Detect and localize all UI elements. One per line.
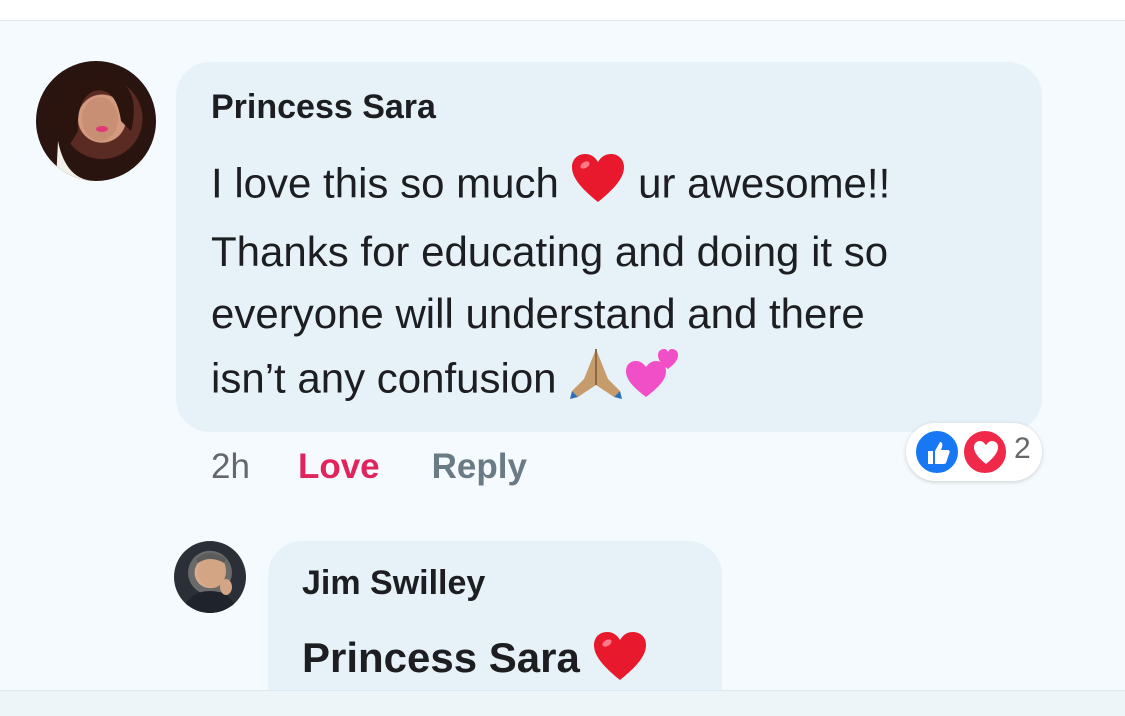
- avatar[interactable]: [36, 61, 156, 181]
- comment-text-line: I love this so much: [211, 159, 559, 207]
- reaction-count: 2: [1014, 432, 1031, 465]
- comment-actions: 2h Love Reply: [211, 444, 527, 490]
- like-reaction-icon: [914, 429, 960, 475]
- avatar[interactable]: [174, 541, 246, 613]
- red-heart-icon: [570, 152, 626, 221]
- two-hearts-icon: [624, 345, 680, 418]
- love-button[interactable]: Love: [298, 447, 380, 487]
- timestamp[interactable]: 2h: [211, 447, 250, 487]
- comment-author[interactable]: Princess Sara: [211, 88, 436, 127]
- reply-button[interactable]: Reply: [432, 447, 527, 487]
- top-divider: [0, 0, 1125, 21]
- bottom-divider: [0, 690, 1125, 716]
- comment-text-line: isn’t any confusion: [211, 354, 557, 402]
- mention-link[interactable]: Princess Sara: [302, 634, 580, 681]
- comment-text-line: Thanks for educating and doing it so eve…: [211, 228, 889, 337]
- love-reaction-icon: [962, 429, 1008, 475]
- folded-hands-icon: [568, 345, 624, 418]
- red-heart-icon: [592, 630, 648, 692]
- reply-author[interactable]: Jim Swilley: [302, 564, 485, 603]
- reply-text: Princess Sara: [302, 630, 648, 692]
- comment-text-line: ur awesome!!: [626, 159, 891, 207]
- comment-text: I love this so much ur awesome!! Thanks …: [211, 152, 1031, 418]
